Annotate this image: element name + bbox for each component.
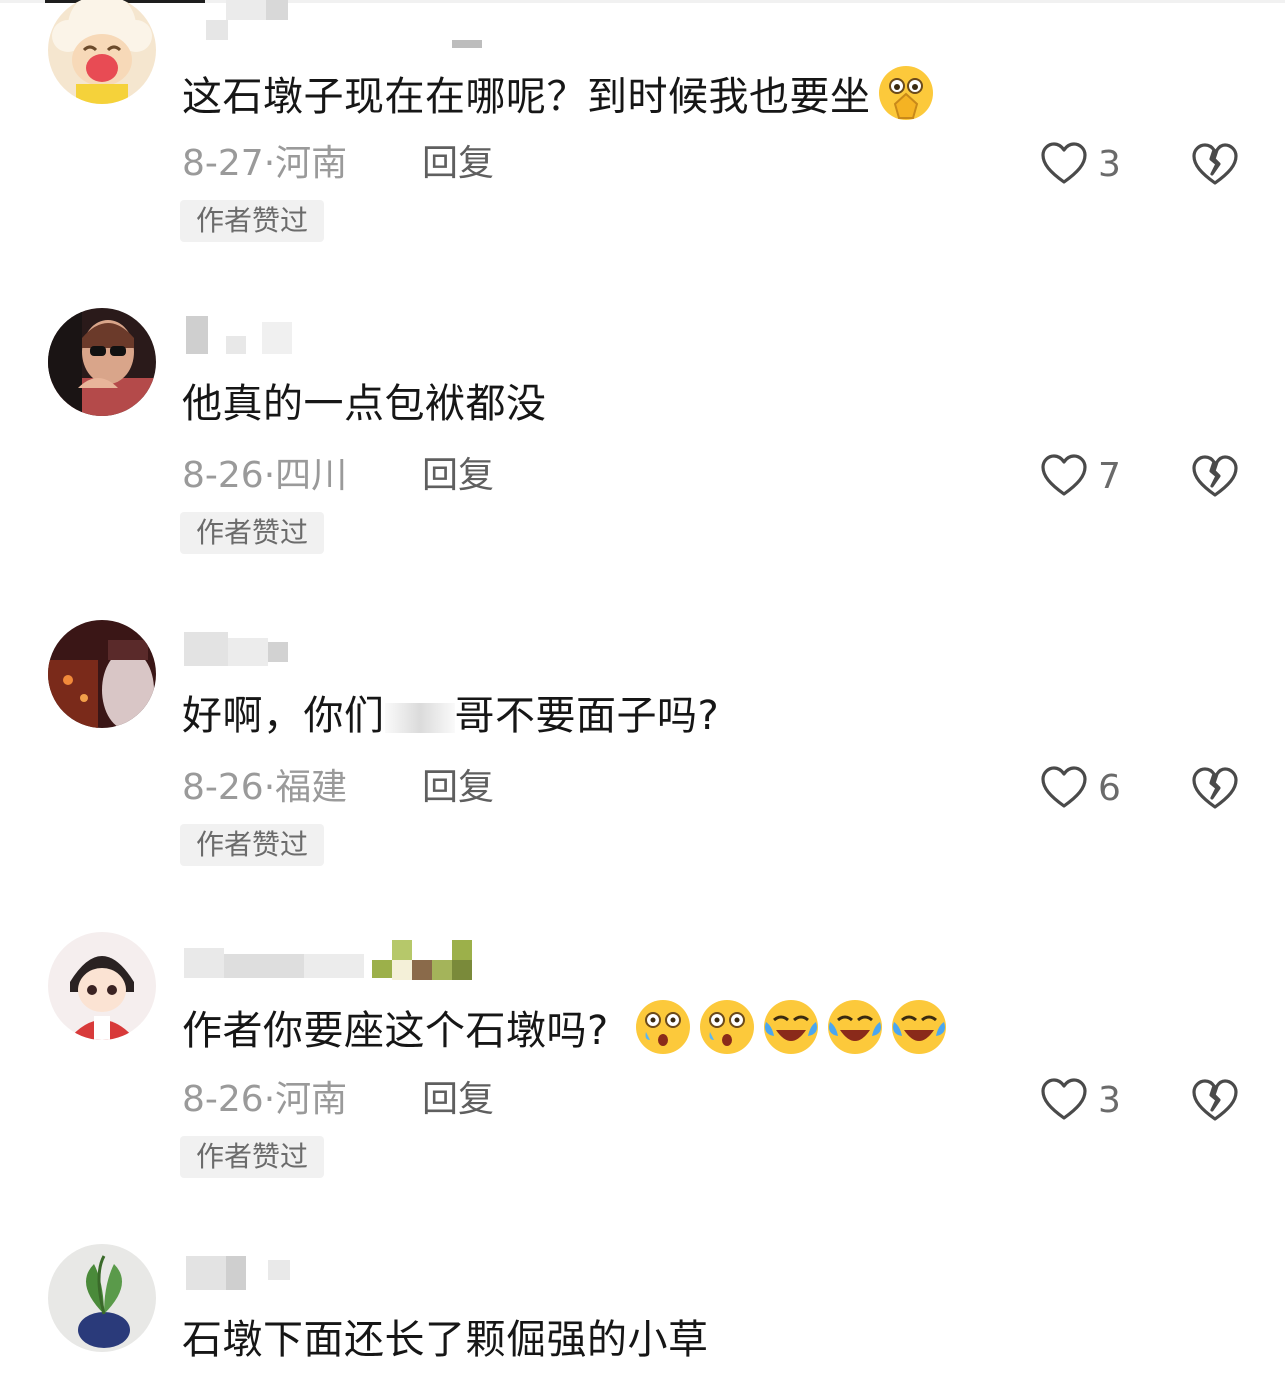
like-count: 3 [1098, 1080, 1121, 1121]
username-redacted[interactable] [182, 0, 482, 48]
heart-icon [1041, 454, 1087, 496]
author-liked-badge: 作者赞过 [180, 1136, 324, 1178]
like-button[interactable]: 3 [1040, 140, 1140, 190]
dislike-button[interactable] [1190, 452, 1242, 504]
comment-date: 8-26· [182, 1079, 276, 1120]
comment-text: 这石墩子现在在哪呢？到时候我也要坐 [182, 64, 935, 127]
avatar[interactable] [48, 932, 156, 1040]
like-button[interactable]: 6 [1040, 764, 1140, 814]
dislike-button[interactable] [1190, 764, 1242, 816]
crying-laughing-emoji [826, 998, 884, 1056]
heart-icon [1041, 766, 1087, 808]
avatar[interactable] [48, 308, 156, 416]
comment-date: 8-27· [182, 143, 276, 184]
redacted-word [384, 703, 455, 733]
comment-location: 河南 [275, 143, 348, 184]
comment-item: 作者你要座这个石墩吗? 8-26·河南 回复 作者赞过 3 [0, 932, 1285, 1248]
crying-laughing-emoji [762, 998, 820, 1056]
like-count: 6 [1098, 768, 1121, 809]
comment-item: 这石墩子现在在哪呢？到时候我也要坐 8-27·河南 回复 作者赞过 3 [0, 0, 1285, 312]
author-liked-badge: 作者赞过 [180, 512, 324, 554]
broken-heart-icon [1192, 767, 1238, 809]
comment-meta: 8-27·河南 回复 [182, 138, 494, 190]
shocked-emoji [698, 998, 756, 1056]
username-redacted[interactable] [182, 1252, 482, 1292]
username-redacted[interactable] [182, 316, 482, 356]
comment-text: 他真的一点包袱都没 [182, 381, 547, 427]
comment-date: 8-26· [182, 767, 276, 808]
comment-text-part1: 好啊，你们 [182, 693, 385, 739]
comment-text: 石墩下面还长了颗倔强的小草 [182, 1317, 709, 1363]
comment-item: 石墩下面还长了颗倔强的小草 [0, 1244, 1285, 1392]
avatar[interactable] [48, 1244, 156, 1352]
username-redacted[interactable] [182, 940, 482, 980]
like-button[interactable]: 7 [1040, 452, 1140, 502]
comment-item: 他真的一点包袱都没 8-26·四川 回复 作者赞过 7 [0, 308, 1285, 624]
reply-button[interactable]: 回复 [422, 450, 494, 502]
shocked-emoji [634, 998, 692, 1056]
comment-date: 8-26· [182, 455, 276, 496]
comment-text: 好啊，你们 哥不要面子吗? [182, 686, 719, 746]
comment-meta: 8-26·河南 回复 [182, 1074, 494, 1126]
comment-meta: 8-26·福建 回复 [182, 762, 494, 814]
like-count: 3 [1098, 144, 1121, 185]
heart-icon [1041, 142, 1087, 184]
heart-icon [1041, 1078, 1087, 1120]
broken-heart-icon [1192, 1079, 1238, 1121]
comment-text-content: 这石墩子现在在哪呢？到时候我也要坐 [182, 74, 871, 120]
reply-button[interactable]: 回复 [422, 138, 494, 190]
comment-item: 好啊，你们 哥不要面子吗? 8-26·福建 回复 作者赞过 6 [0, 620, 1285, 936]
comment-text-part2: 哥不要面子吗? [454, 693, 720, 739]
comment-text: 作者你要座这个石墩吗? [182, 998, 948, 1061]
username-redacted[interactable] [182, 628, 482, 668]
author-liked-badge: 作者赞过 [180, 824, 324, 866]
avatar[interactable] [48, 0, 156, 104]
comment-location: 河南 [275, 1079, 348, 1120]
comment-meta: 8-26·四川 回复 [182, 450, 494, 502]
dislike-button[interactable] [1190, 1076, 1242, 1128]
dislike-button[interactable] [1190, 140, 1242, 192]
broken-heart-icon [1192, 143, 1238, 185]
like-count: 7 [1098, 456, 1121, 497]
crying-laughing-emoji [890, 998, 948, 1056]
comment-text-content: 作者你要座这个石墩吗? [182, 1008, 609, 1054]
avatar[interactable] [48, 620, 156, 728]
author-liked-badge: 作者赞过 [180, 200, 324, 242]
reply-button[interactable]: 回复 [422, 1074, 494, 1126]
broken-heart-icon [1192, 455, 1238, 497]
pray-eyes-emoji [877, 64, 935, 122]
comment-location: 四川 [275, 455, 348, 496]
comment-location: 福建 [275, 767, 348, 808]
reply-button[interactable]: 回复 [422, 762, 494, 814]
like-button[interactable]: 3 [1040, 1076, 1140, 1126]
